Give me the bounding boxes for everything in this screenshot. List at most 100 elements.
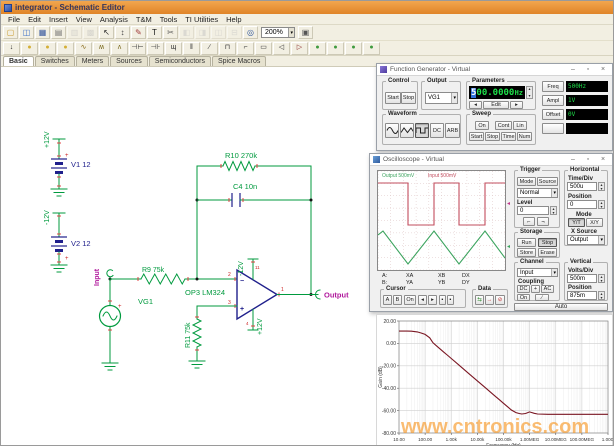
menu-item[interactable]: TI Utilities	[181, 15, 222, 24]
toolbar-button[interactable]: ▤	[51, 26, 66, 39]
trigger-mode-select[interactable]: Normal	[517, 188, 558, 198]
coupling-ac-button[interactable]: AC	[541, 285, 554, 293]
component-button[interactable]: ▷	[291, 42, 308, 55]
voltsdiv-stepper[interactable]	[598, 274, 605, 283]
component-button[interactable]: ▭	[255, 42, 272, 55]
data-copy-button[interactable]: →	[485, 295, 494, 305]
component-button[interactable]: ◁	[273, 42, 290, 55]
component-button[interactable]: ⌐	[237, 42, 254, 55]
sine-wave-button[interactable]	[385, 123, 399, 138]
v2-battery[interactable]: + V2 12 -12V	[44, 210, 91, 272]
fg-sweep-stop-button[interactable]: Stop	[485, 132, 500, 141]
v1-battery[interactable]: + V1 12 +12V	[44, 131, 91, 196]
fg-sweep-on-button[interactable]: On	[475, 121, 489, 130]
vg1-source[interactable]: Input + VG1	[94, 268, 153, 370]
resistor-r11[interactable]: R11 75k	[185, 306, 237, 368]
component-button[interactable]: ●	[309, 42, 326, 55]
cursor-right-button[interactable]: ▸	[428, 295, 437, 305]
trigger-level-input[interactable]: 0	[517, 206, 549, 215]
component-button[interactable]: ‖	[183, 42, 200, 55]
maximize-icon[interactable]: ▫	[582, 66, 594, 73]
toolbar-button[interactable]: ▥	[67, 26, 82, 39]
dc-wave-button[interactable]: DC	[430, 123, 444, 138]
channel-select[interactable]: Input	[517, 268, 558, 277]
fg-edit-button[interactable]: Edit	[483, 101, 509, 109]
cursor-b-button[interactable]: B	[393, 295, 402, 305]
trigger-falling-edge-button[interactable]: ¬	[537, 217, 549, 226]
arb-wave-button[interactable]: ARB	[445, 123, 460, 138]
toolbar-button[interactable]: ▢	[3, 26, 18, 39]
component-button[interactable]: ʍ	[93, 42, 110, 55]
toolbar-button[interactable]: ▦	[35, 26, 50, 39]
fg-sweep-num-button[interactable]: Num	[517, 132, 532, 141]
fg-sweep-cont-button[interactable]: Cont	[495, 121, 512, 130]
vposition-stepper[interactable]	[598, 291, 605, 300]
fg-readout-button[interactable]: Freq	[542, 81, 564, 92]
maximize-icon[interactable]: ▫	[582, 156, 594, 163]
fg-start-button[interactable]: Start	[385, 92, 401, 104]
menu-item[interactable]: T&M	[132, 15, 156, 24]
close-icon[interactable]: ×	[597, 156, 609, 163]
trigger-mode-button[interactable]: Mode	[517, 177, 536, 186]
cursor-left-button[interactable]: ◂	[418, 295, 427, 305]
coupling-dc-button[interactable]: DC	[517, 285, 530, 293]
storage-store-button[interactable]: Store	[517, 248, 536, 257]
cursor-step-left-button[interactable]: ▪	[439, 295, 446, 305]
fg-readout-button[interactable]: Offset	[542, 109, 564, 120]
coupling-gnd-button[interactable]: +	[531, 285, 540, 293]
fg-titlebar[interactable]: Function Generator - Virtual – ▫ ×	[377, 64, 612, 76]
toolbar-button[interactable]: ◧	[179, 26, 194, 39]
hposition-stepper[interactable]	[598, 200, 605, 209]
component-button[interactable]: ●	[363, 42, 380, 55]
data-clear-button[interactable]: ⊘	[495, 295, 505, 305]
menu-item[interactable]: View	[72, 15, 96, 24]
voltsdiv-input[interactable]: 500m	[567, 274, 597, 283]
fg-digit-right-button[interactable]: ▸	[510, 101, 523, 109]
component-button[interactable]: ∕	[201, 42, 218, 55]
osc-titlebar[interactable]: Oscilloscope - Virtual – ▫ ×	[370, 154, 612, 166]
data-export-button[interactable]: ⇆	[475, 295, 484, 305]
toolbar-button[interactable]: ▩	[83, 26, 98, 39]
resistor-r9[interactable]: R9 75k	[110, 267, 237, 284]
feedback-network[interactable]: R10 270k C4 10n	[196, 151, 313, 296]
cursor-step-right-button[interactable]: ▪	[447, 295, 454, 305]
storage-run-button[interactable]: Run	[517, 238, 536, 247]
component-button[interactable]: ⊣⊢	[129, 42, 146, 55]
fg-sweep-start-button[interactable]: Start	[469, 132, 484, 141]
toolbar-button[interactable]: ↖	[99, 26, 114, 39]
zoom-tool-button[interactable]: ◎	[243, 26, 258, 39]
component-button[interactable]: ⊓	[219, 42, 236, 55]
component-tab[interactable]: Meters	[76, 56, 109, 66]
trigger-source-button[interactable]: Source	[537, 177, 558, 186]
trigger-level-stepper[interactable]	[550, 206, 557, 215]
component-tab[interactable]: Sources	[110, 56, 148, 66]
fg-stop-button[interactable]: Stop	[401, 92, 416, 104]
channel-slope-button[interactable]: ∕	[535, 294, 549, 301]
component-button[interactable]: ↓	[3, 42, 20, 55]
mode-yt-button[interactable]: Y/T	[568, 218, 585, 227]
component-button[interactable]: ʌ	[111, 42, 128, 55]
component-button[interactable]: ●	[21, 42, 38, 55]
storage-stop-button[interactable]: Stop	[538, 238, 557, 247]
fg-sweep-time-button[interactable]: Time	[501, 132, 516, 141]
toolbar-button[interactable]: ⊟	[227, 26, 242, 39]
component-tab[interactable]: Spice Macros	[212, 56, 266, 66]
timediv-input[interactable]: 500u	[567, 182, 597, 191]
channel-on-button[interactable]: On	[517, 294, 530, 301]
square-wave-button[interactable]	[415, 123, 429, 138]
titlebar[interactable]: integrator - Schematic Editor	[1, 1, 613, 14]
fg-readout-button[interactable]: Ampl	[542, 95, 564, 106]
auto-button[interactable]: Auto	[514, 303, 608, 311]
close-icon[interactable]: ×	[597, 66, 609, 73]
toolbar-button[interactable]: T	[147, 26, 162, 39]
component-tab[interactable]: Switches	[35, 56, 75, 66]
fg-output-select[interactable]: VG1	[425, 92, 458, 104]
mode-xy-button[interactable]: X/Y	[586, 218, 603, 227]
menu-item[interactable]: Edit	[24, 15, 45, 24]
menu-item[interactable]: Analysis	[96, 15, 132, 24]
interactive-mode-button[interactable]: ▣	[298, 26, 313, 39]
timediv-stepper[interactable]	[598, 182, 605, 191]
fg-frequency-stepper[interactable]	[526, 86, 533, 99]
component-tab[interactable]: Basic	[3, 56, 34, 66]
opamp-op3[interactable]: − + 2 3 1 -12V 11 +12V 4 OP3 LM324	[185, 259, 284, 335]
